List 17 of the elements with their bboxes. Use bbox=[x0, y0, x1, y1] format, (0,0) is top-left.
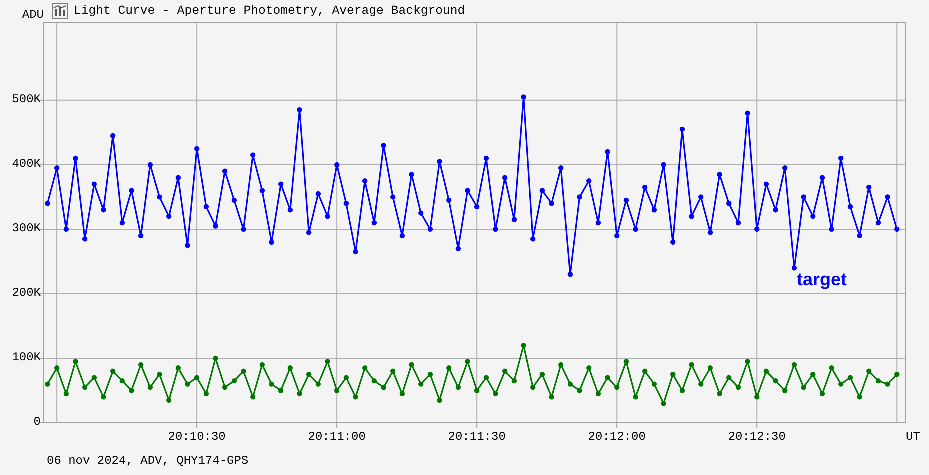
x-tick-label: 20:10:30 bbox=[168, 430, 226, 444]
y-tick-label: 0 bbox=[34, 415, 41, 429]
x-tick-label: 20:12:30 bbox=[728, 430, 786, 444]
x-tick-label: 20:11:30 bbox=[448, 430, 506, 444]
y-tick-label: 300K bbox=[12, 221, 41, 236]
chart-icon bbox=[52, 3, 68, 19]
y-tick-label: 100K bbox=[12, 350, 41, 364]
y-tick-label: 400K bbox=[12, 156, 41, 171]
window-title: Light Curve - Aperture Photometry, Average Background bbox=[74, 4, 466, 18]
x-axis-label: UT bbox=[906, 430, 920, 444]
series-label: target bbox=[797, 269, 847, 290]
y-axis-label: ADU bbox=[21, 8, 44, 22]
footer-text: 06 nov 2024, ADV, QHY174-GPS bbox=[47, 454, 249, 468]
x-tick-label: 20:12:00 bbox=[588, 430, 646, 444]
x-tick-label: 20:11:00 bbox=[308, 430, 366, 444]
y-tick-label: 200K bbox=[12, 286, 41, 300]
y-tick-label: 500K bbox=[12, 92, 41, 106]
